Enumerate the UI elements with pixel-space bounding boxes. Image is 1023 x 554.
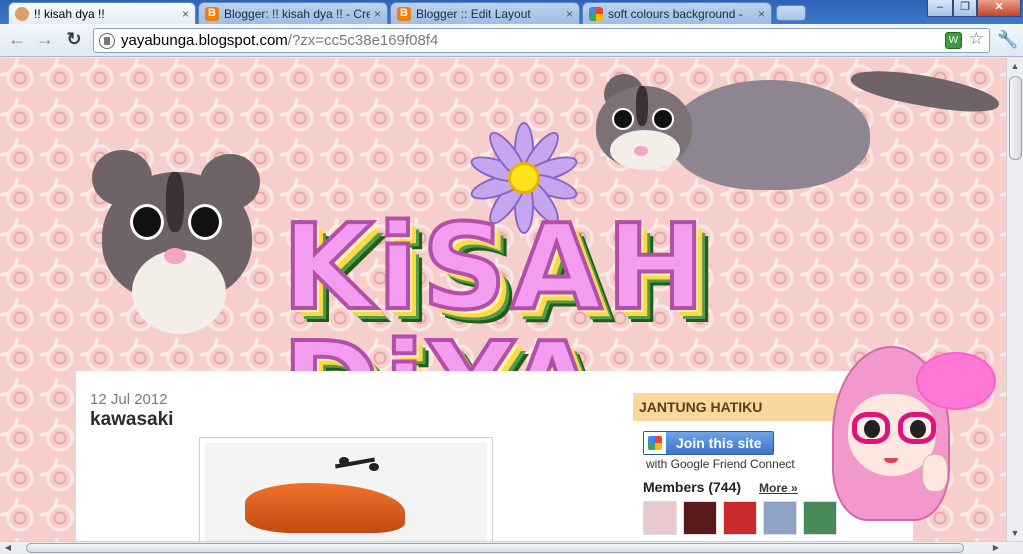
sidebar-gadget-title: JANTUNG HATIKU (633, 393, 843, 421)
close-icon[interactable]: × (182, 7, 189, 21)
member-avatar[interactable] (763, 501, 797, 535)
page-viewport: KiSAH DiYA 12 Jul 2012 kawasaki JANTUNG … (0, 58, 1006, 541)
vertical-scroll-thumb[interactable] (1009, 76, 1022, 160)
speech-bubble (916, 352, 996, 410)
tab-title: soft colours background - (608, 6, 743, 21)
scroll-left-arrow-icon[interactable]: ◀ (2, 542, 14, 554)
blogger-favicon-icon (205, 6, 219, 21)
member-avatar[interactable] (643, 501, 677, 535)
wrench-menu-icon[interactable]: 🔧 (997, 30, 1018, 50)
minimize-button[interactable]: – (927, 0, 953, 17)
close-icon[interactable]: × (374, 7, 381, 21)
url-path: /?zx=cc5c38e169f08f4 (287, 32, 439, 49)
horizontal-scrollbar[interactable]: ◀ ▶ (0, 541, 1023, 553)
google-logo-icon (644, 432, 666, 454)
browser-toolbar: ← → ↻ yayabunga.blogspot.com /?zx=cc5c38… (0, 24, 1023, 57)
blogger-favicon-icon (397, 6, 411, 21)
motorcycle-tank (245, 483, 405, 533)
url-host: yayabunga.blogspot.com (121, 32, 288, 49)
tab-strip: !! kisah dya !! × Blogger: !! kisah dya … (0, 0, 1023, 24)
gnome-favicon-icon (15, 6, 29, 21)
sugar-glider-illustration (80, 150, 280, 340)
google-favicon-icon (589, 6, 603, 21)
tab-title: !! kisah dya !! (34, 6, 105, 21)
hijab-girl-illustration (826, 346, 1006, 541)
close-icon[interactable]: × (758, 7, 765, 21)
member-thumbnails (643, 501, 837, 535)
window-close-button[interactable]: ✕ (977, 0, 1021, 17)
member-avatar[interactable] (723, 501, 757, 535)
post-date: 12 Jul 2012 (90, 391, 168, 408)
scroll-right-arrow-icon[interactable]: ▶ (990, 542, 1002, 554)
more-members-link[interactable]: More » (759, 481, 798, 495)
join-button-label: Join this site (676, 435, 762, 451)
tab-blogger-create[interactable]: Blogger: !! kisah dya !! - Cre × (198, 2, 388, 24)
member-avatar[interactable] (683, 501, 717, 535)
sugar-glider-illustration (590, 60, 1002, 220)
scroll-down-arrow-icon[interactable]: ▼ (1007, 525, 1023, 541)
tab-soft-colours[interactable]: soft colours background - × (582, 2, 772, 24)
page-icon (99, 32, 115, 49)
tab-title: Blogger: !! kisah dya !! - Cre (224, 6, 370, 21)
motorcycle-mirror-icon (369, 463, 379, 471)
reload-button[interactable]: ↻ (63, 30, 85, 50)
post-title[interactable]: kawasaki (90, 409, 173, 431)
new-tab-button[interactable] (776, 5, 806, 21)
extension-icon[interactable]: W (945, 32, 962, 49)
blog-header: KiSAH DiYA (0, 58, 1006, 446)
maximize-button[interactable]: ❐ (953, 0, 977, 17)
members-count: Members (744) (643, 479, 742, 495)
blog-content-area: 12 Jul 2012 kawasaki JANTUNG HATIKU Join… (76, 371, 913, 541)
tab-blogger-edit-layout[interactable]: Blogger :: Edit Layout × (390, 2, 580, 24)
gfc-caption: with Google Friend Connect (646, 457, 795, 471)
scroll-up-arrow-icon[interactable]: ▲ (1007, 58, 1023, 74)
join-this-site-button[interactable]: Join this site (643, 431, 774, 455)
vertical-scrollbar[interactable]: ▲ ▼ (1006, 58, 1023, 541)
tab-title: Blogger :: Edit Layout (416, 6, 531, 21)
address-bar[interactable]: yayabunga.blogspot.com /?zx=cc5c38e169f0… (93, 28, 990, 53)
horizontal-scroll-thumb[interactable] (26, 543, 964, 553)
forward-button[interactable]: → (34, 30, 56, 50)
tab-kisah-dya[interactable]: !! kisah dya !! × (8, 2, 196, 24)
back-button[interactable]: ← (6, 30, 28, 50)
post-image-motorcycle[interactable] (199, 437, 493, 541)
close-icon[interactable]: × (566, 7, 573, 21)
bookmark-star-icon[interactable]: ☆ (969, 29, 984, 49)
